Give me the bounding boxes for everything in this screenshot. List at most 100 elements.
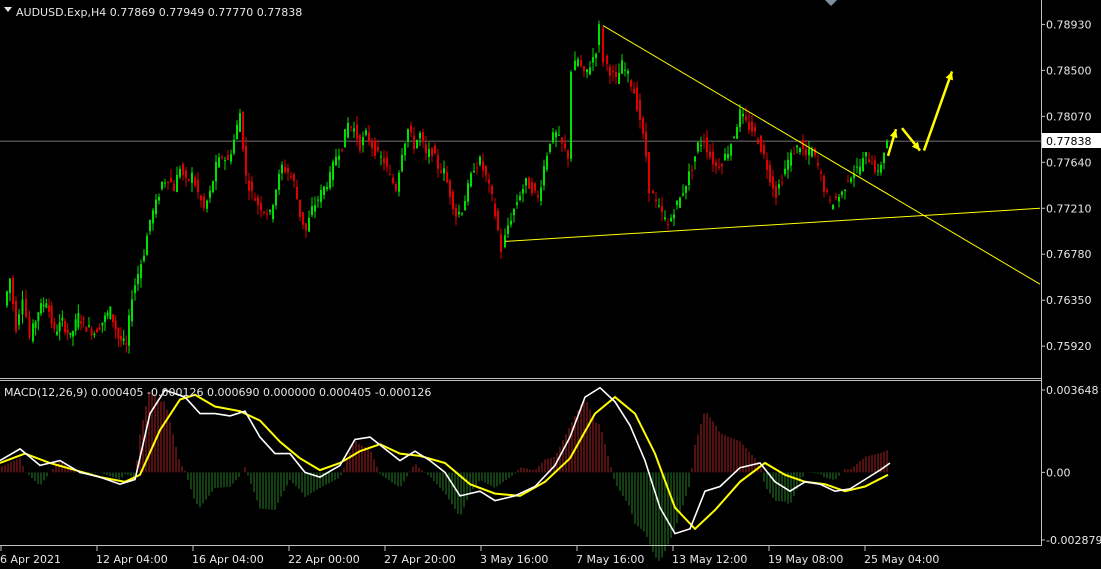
candle-body <box>335 157 337 166</box>
candle-body <box>606 55 608 64</box>
time-axis-label: 16 Apr 04:00 <box>192 553 264 566</box>
candle-body <box>245 145 247 176</box>
candle-body <box>419 132 421 139</box>
candle-body <box>263 211 265 213</box>
candle-body <box>182 164 184 175</box>
price-axis-label: 0.78500 <box>1046 64 1092 77</box>
candle-body <box>158 196 160 201</box>
candle-body <box>633 88 635 94</box>
candle-body <box>380 156 382 158</box>
candle-body <box>841 191 843 195</box>
candle-body <box>9 278 11 293</box>
candle-body <box>470 173 472 187</box>
candle-body <box>739 109 741 128</box>
candle-body <box>362 137 364 146</box>
candle-body <box>212 181 214 193</box>
candle-body <box>778 184 780 189</box>
candle-body <box>724 153 726 161</box>
macd-axis-label: 0.00 <box>1046 466 1071 479</box>
candle-body <box>790 152 792 166</box>
candle-body <box>703 141 705 143</box>
candle-body <box>609 66 611 76</box>
candle-body <box>77 313 80 328</box>
candle-body <box>404 143 406 156</box>
candle-body <box>452 191 454 210</box>
candle-body <box>820 171 822 174</box>
candle-body <box>329 172 331 188</box>
candle-body <box>570 72 572 159</box>
candle-body <box>416 140 418 148</box>
candle-body <box>179 168 181 177</box>
candle-body <box>140 264 142 279</box>
candle-body <box>745 116 747 121</box>
candle-body <box>85 326 88 332</box>
candle-body <box>120 335 122 341</box>
candle-body <box>787 159 789 170</box>
candle-body <box>449 180 451 197</box>
candle-body <box>510 220 512 225</box>
candle-body <box>101 322 104 326</box>
candle-body <box>476 167 478 169</box>
candle-body <box>227 155 229 161</box>
chart-background <box>0 0 1101 569</box>
candle-body <box>191 172 193 183</box>
candle-body <box>428 149 430 158</box>
chart-window[interactable]: AUDUSD.Exp,H4 0.77869 0.77949 0.77770 0.… <box>0 0 1101 569</box>
candle-body <box>685 185 687 193</box>
candle-body <box>326 186 328 190</box>
candle-body <box>170 177 172 183</box>
candle-body <box>53 322 56 329</box>
candle-body <box>236 124 238 139</box>
candle-body <box>317 199 319 201</box>
candle-body <box>485 166 487 176</box>
candle-body <box>320 190 322 203</box>
price-axis-label: 0.77210 <box>1046 202 1092 215</box>
time-axis-label: 27 Apr 20:00 <box>384 553 456 566</box>
candle-body <box>106 312 109 316</box>
candle-body <box>754 127 756 132</box>
candle-body <box>682 193 684 196</box>
price-axis-label: 0.77640 <box>1046 156 1092 169</box>
candle-body <box>15 301 17 332</box>
candle-body <box>93 333 96 336</box>
candle-body <box>131 299 133 322</box>
candle-body <box>344 129 346 148</box>
candle-body <box>838 196 840 202</box>
time-axis-label: 19 May 08:00 <box>768 553 843 566</box>
candle-body <box>167 181 169 183</box>
candle-body <box>467 183 469 202</box>
candle-body <box>763 145 765 155</box>
candle-body <box>50 306 53 324</box>
candle-body <box>188 179 190 181</box>
candle-body <box>769 164 771 183</box>
candle-body <box>356 124 358 140</box>
candle-body <box>284 166 286 172</box>
candle-body <box>817 163 819 166</box>
candle-body <box>766 159 768 171</box>
candle-body <box>883 152 885 163</box>
candle-body <box>146 235 148 256</box>
candle-body <box>347 123 349 138</box>
candle-body <box>185 170 187 178</box>
candle-body <box>552 132 554 143</box>
candle-body <box>598 24 600 46</box>
candle-body <box>648 152 650 193</box>
candle-body <box>197 179 199 193</box>
candle-body <box>670 217 672 222</box>
candle-body <box>128 315 130 346</box>
candle-body <box>727 153 729 159</box>
candle-body <box>835 196 837 199</box>
candle-body <box>667 223 669 225</box>
candle-body <box>615 71 617 77</box>
candle-body <box>386 157 388 167</box>
candle-body <box>395 184 397 191</box>
candle-body <box>117 328 120 339</box>
candle-body <box>96 329 98 333</box>
candle-body <box>558 134 560 136</box>
time-axis-label: 3 May 16:00 <box>480 553 548 566</box>
candle-body <box>757 139 759 145</box>
time-axis-label: 12 Apr 04:00 <box>96 553 168 566</box>
price-axis-label: 0.78070 <box>1046 110 1092 123</box>
candle-body <box>880 164 882 173</box>
candle-body <box>407 129 409 142</box>
